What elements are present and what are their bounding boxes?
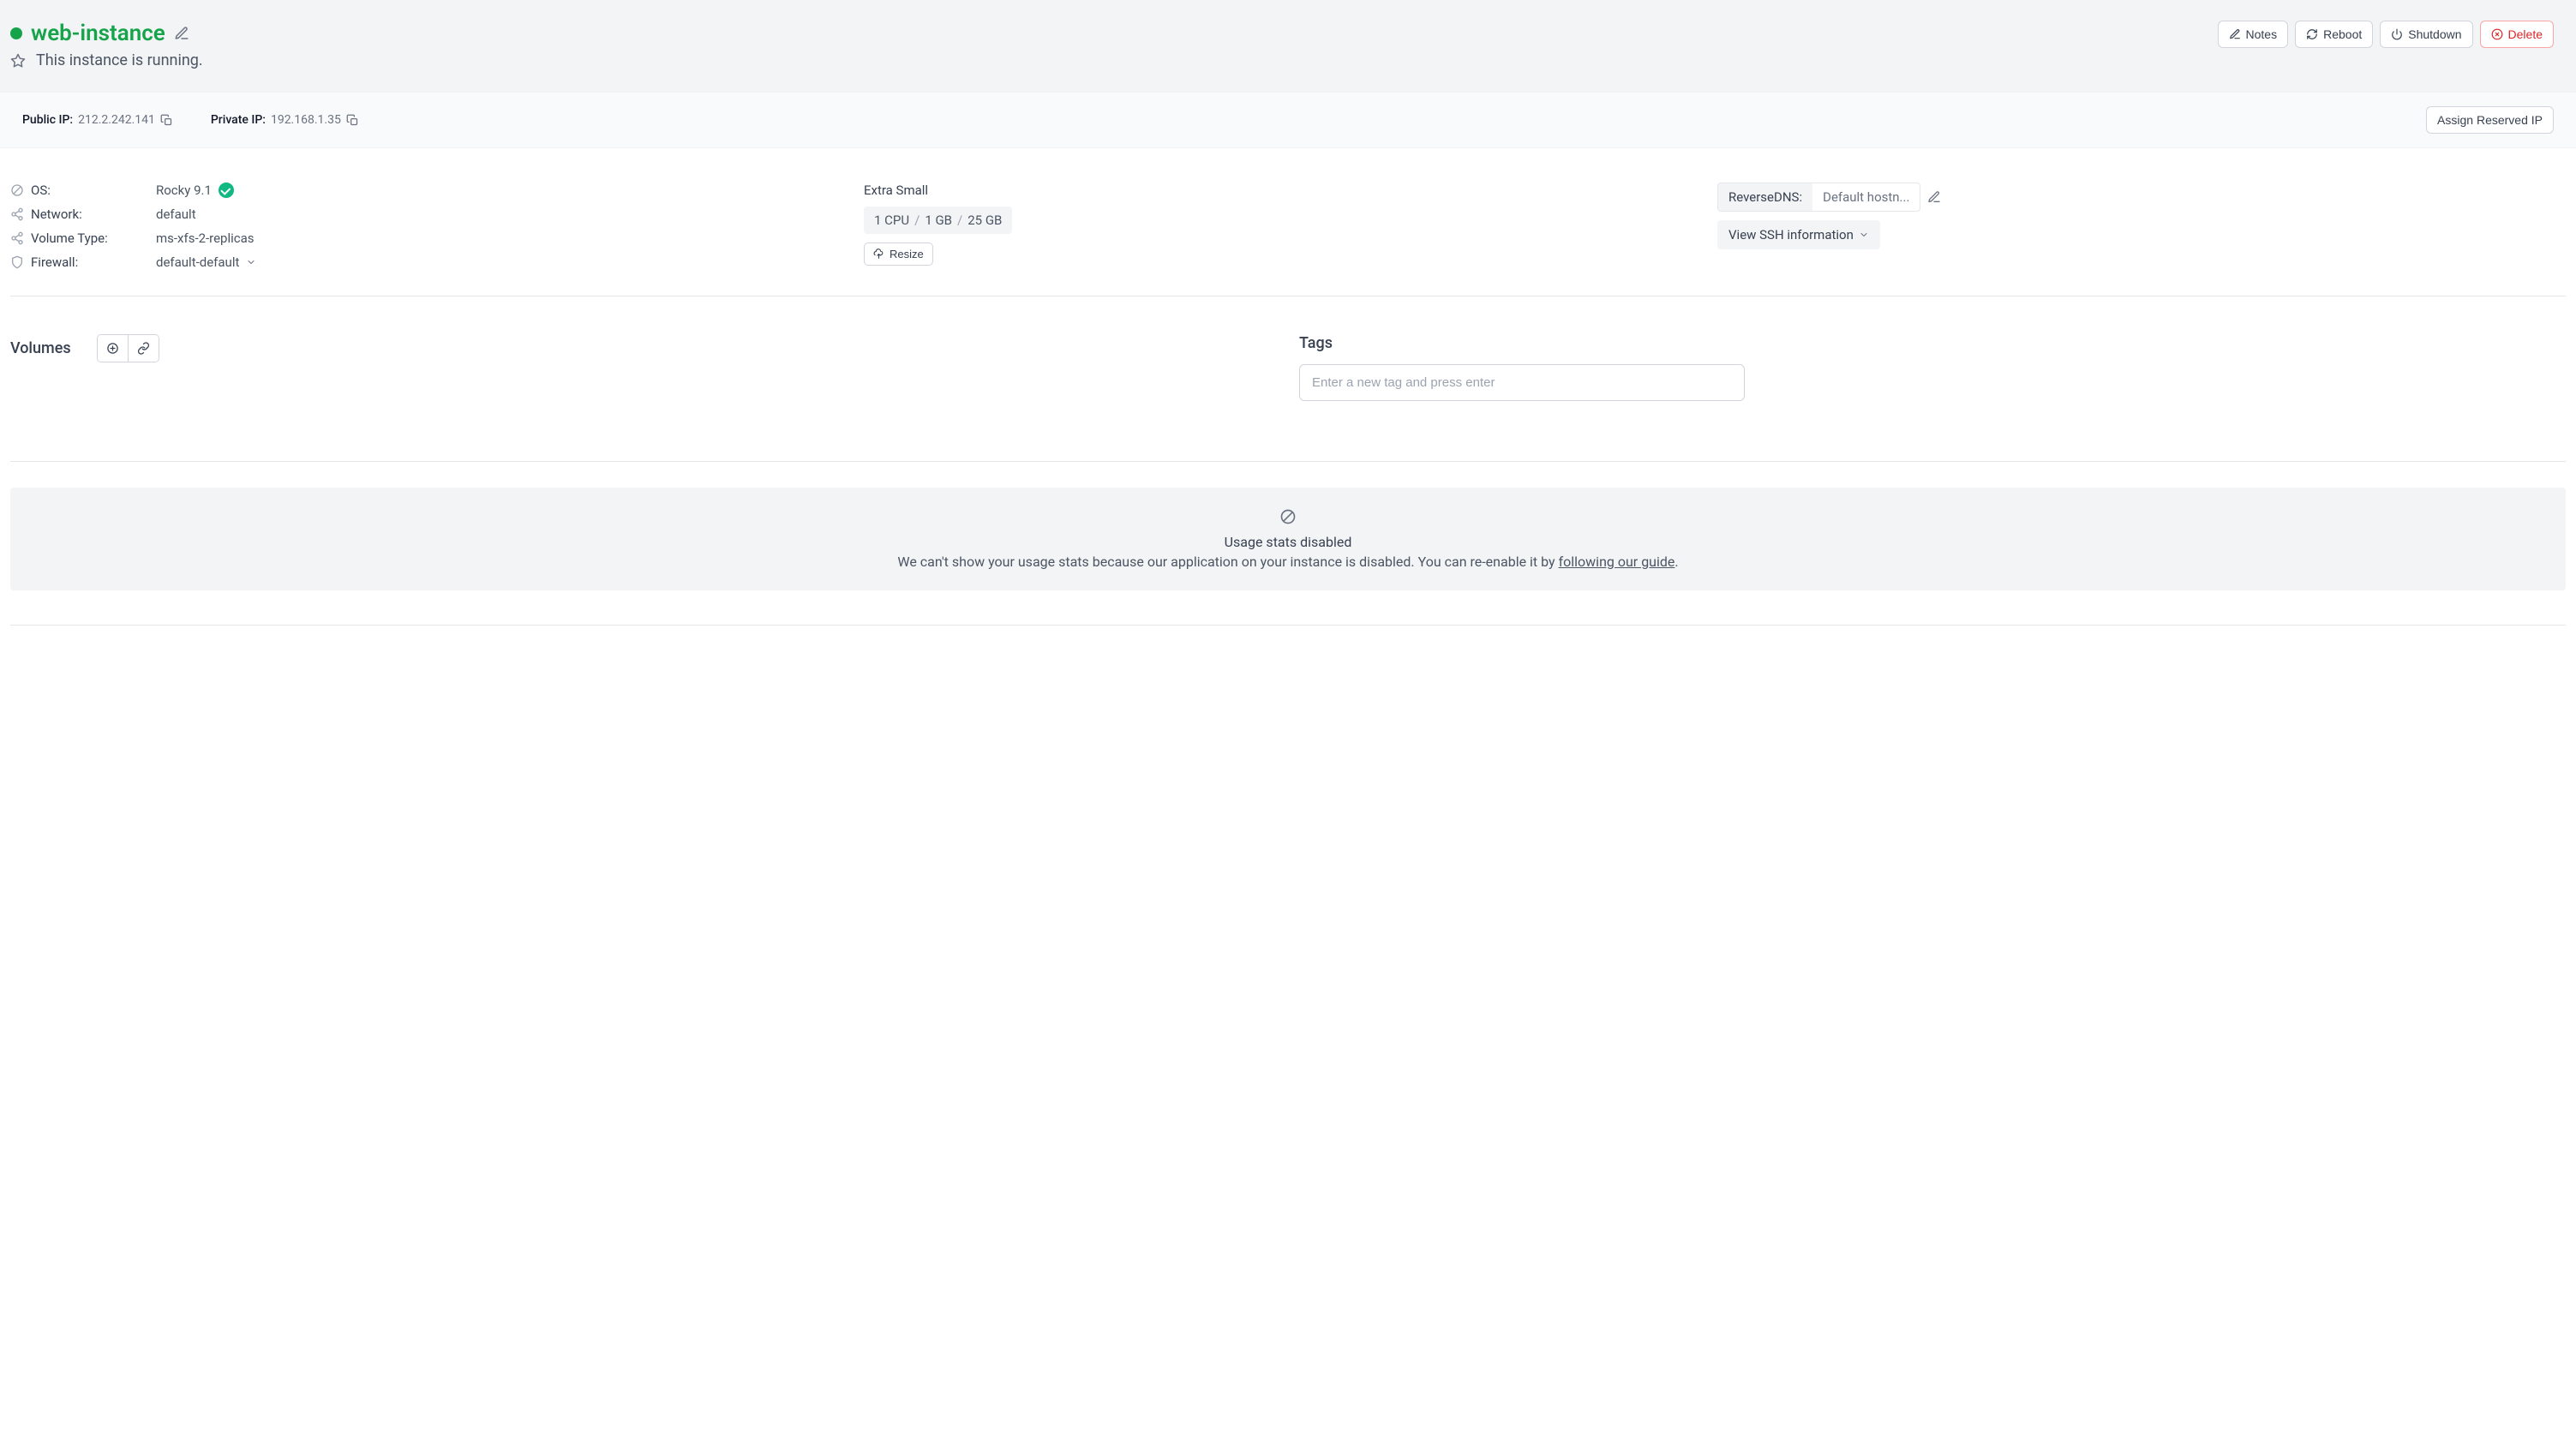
copy-public-ip-icon[interactable] [160, 114, 173, 127]
action-buttons: Notes Reboot Shutdown Delete [2218, 21, 2554, 48]
notes-button[interactable]: Notes [2218, 21, 2289, 48]
usage-desc: We can't show your usage stats because o… [36, 554, 2540, 570]
volumes-block: Volumes [10, 334, 1265, 401]
delete-label: Delete [2508, 27, 2543, 41]
rdns-value: Default hostn... [1812, 183, 1920, 211]
os-label: OS: [31, 183, 51, 198]
reboot-label: Reboot [2323, 27, 2362, 41]
usage-panel: Usage stats disabled We can't show your … [10, 488, 2566, 590]
size-cpu: 1 CPU [874, 213, 909, 228]
delete-button[interactable]: Delete [2480, 21, 2554, 48]
firewall-value-cell[interactable]: default-default [156, 254, 847, 270]
firewall-value: default-default [156, 254, 239, 270]
cloud-up-icon [873, 248, 884, 260]
share-icon [10, 207, 24, 221]
assign-reserved-ip-button[interactable]: Assign Reserved IP [2426, 106, 2554, 134]
private-ip: Private IP: 192.168.1.35 [211, 113, 359, 127]
os-value-cell: Rocky 9.1 [156, 183, 847, 198]
os-value: Rocky 9.1 [156, 183, 212, 198]
link-icon [137, 342, 150, 355]
status-row: This instance is running. [10, 51, 203, 69]
tags-title: Tags [1299, 334, 1333, 352]
volumes-tags-section: Volumes Tags [0, 296, 2576, 461]
edit-rdns-icon[interactable] [1927, 190, 1941, 204]
ban-icon [10, 183, 24, 197]
chevron-down-icon [1859, 230, 1869, 240]
volume-type-value-cell: ms-xfs-2-replicas [156, 231, 847, 246]
os-label-cell: OS: [10, 183, 156, 198]
share-icon [10, 231, 24, 245]
pencil-icon [2229, 28, 2241, 40]
detail-section: OS: Rocky 9.1 Network: default Volume Ty… [0, 148, 2576, 296]
attach-volume-button[interactable] [128, 335, 159, 362]
chevron-down-icon [246, 257, 256, 267]
assign-reserved-ip-label: Assign Reserved IP [2437, 113, 2543, 127]
size-disk: 25 GB [967, 213, 1002, 228]
power-icon [2391, 28, 2403, 40]
firewall-label: Firewall: [31, 254, 78, 270]
shield-icon [10, 255, 24, 269]
network-label: Network: [31, 207, 82, 222]
reboot-icon [2306, 28, 2318, 40]
network-value-cell: default [156, 207, 847, 222]
tags-block: Tags [1299, 334, 2554, 401]
resize-button[interactable]: Resize [864, 242, 933, 266]
tags-header: Tags [1299, 334, 2554, 352]
ip-group: Public IP: 212.2.242.141 Private IP: 192… [22, 113, 359, 127]
right-column: ReverseDNS: Default hostn... View SSH in… [1717, 183, 2554, 270]
instance-name: web-instance [31, 21, 165, 46]
edit-name-icon[interactable] [174, 26, 189, 41]
usage-title: Usage stats disabled [36, 534, 2540, 550]
size-chip: 1 CPU/1 GB/25 GB [864, 207, 1012, 234]
size-title: Extra Small [864, 183, 928, 198]
title-block: web-instance This instance is running. [10, 21, 203, 69]
add-volume-button[interactable] [98, 335, 128, 362]
usage-desc-suffix: . [1674, 554, 1678, 570]
network-label-cell: Network: [10, 207, 156, 222]
view-ssh-button[interactable]: View SSH information [1717, 220, 1880, 249]
firewall-label-cell: Firewall: [10, 254, 156, 270]
divider [10, 625, 2566, 626]
title-row: web-instance [10, 21, 203, 46]
public-ip-label: Public IP: [22, 113, 73, 127]
copy-private-ip-icon[interactable] [346, 114, 359, 127]
plus-circle-icon [106, 342, 119, 355]
rdns-label: ReverseDNS: [1718, 183, 1812, 211]
ban-icon [1279, 508, 1297, 525]
volume-type-label-cell: Volume Type: [10, 231, 156, 246]
volume-actions [97, 334, 159, 362]
volume-type-value: ms-xfs-2-replicas [156, 231, 255, 246]
status-text: This instance is running. [36, 51, 203, 69]
size-column: Extra Small 1 CPU/1 GB/25 GB Resize [864, 183, 1700, 270]
resize-label: Resize [890, 248, 924, 260]
os-badge-icon [219, 183, 234, 198]
public-ip-value: 212.2.242.141 [78, 113, 155, 127]
size-ram: 1 GB [925, 213, 952, 228]
volumes-header: Volumes [10, 334, 1265, 362]
spec-table: OS: Rocky 9.1 Network: default Volume Ty… [10, 183, 847, 270]
shutdown-button[interactable]: Shutdown [2380, 21, 2472, 48]
usage-guide-link[interactable]: following our guide [1559, 554, 1675, 570]
private-ip-label: Private IP: [211, 113, 266, 127]
shutdown-label: Shutdown [2408, 27, 2461, 41]
volumes-title: Volumes [10, 339, 71, 357]
tag-input[interactable] [1299, 364, 1745, 401]
rdns-chip: ReverseDNS: Default hostn... [1717, 183, 1920, 212]
notes-label: Notes [2246, 27, 2278, 41]
header-bar: web-instance This instance is running. N… [0, 0, 2576, 92]
status-dot-icon [10, 27, 22, 39]
rdns-row: ReverseDNS: Default hostn... [1717, 183, 1941, 212]
network-value: default [156, 207, 196, 222]
ip-bar: Public IP: 212.2.242.141 Private IP: 192… [0, 92, 2576, 148]
public-ip: Public IP: 212.2.242.141 [22, 113, 173, 127]
delete-icon [2491, 28, 2503, 40]
reboot-button[interactable]: Reboot [2295, 21, 2373, 48]
private-ip-value: 192.168.1.35 [271, 113, 341, 127]
volume-type-label: Volume Type: [31, 231, 108, 246]
view-ssh-label: View SSH information [1728, 227, 1854, 242]
star-icon[interactable] [10, 53, 26, 69]
usage-desc-prefix: We can't show your usage stats because o… [897, 554, 1558, 570]
